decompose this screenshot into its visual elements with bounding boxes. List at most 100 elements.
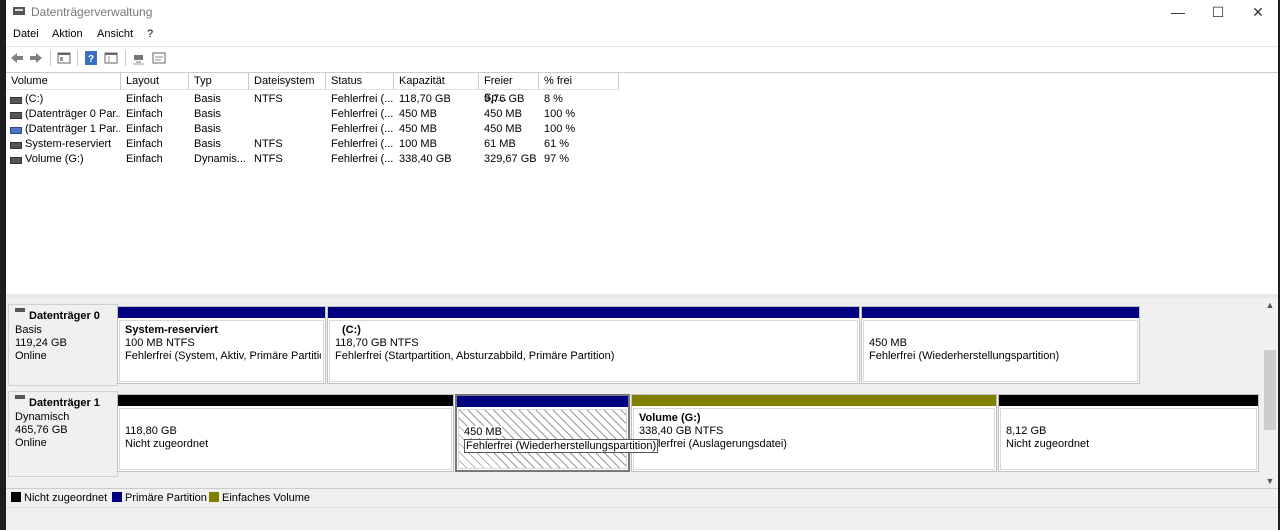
legend-primary: Primäre Partition [112, 492, 207, 504]
cell-prozent-frei: 61 % [544, 138, 570, 150]
partition-body: 8,12 GB Nicht zugeordnet [1000, 408, 1257, 470]
legend-unallocated: Nicht zugeordnet [11, 492, 107, 504]
menu-help[interactable]: ? [147, 28, 153, 40]
cell-dateisystem: NTFS [254, 138, 283, 150]
cell-layout: Einfach [126, 93, 163, 105]
disk-0-name: Datenträger 0 [29, 310, 100, 322]
partition-title: Volume (G:) [639, 412, 701, 424]
volume-icon [10, 97, 22, 104]
disk-graph-view: Datenträger 0 Basis 119,24 GB Online Sys… [6, 298, 1262, 488]
connect-icon[interactable] [131, 50, 147, 66]
cell-volume: (Datenträger 0 Par... [25, 108, 120, 120]
scroll-thumb[interactable] [1264, 350, 1276, 430]
cell-prozent-frei: 8 % [544, 93, 563, 105]
cell-freier-speicher: 9,76 GB [484, 93, 525, 105]
col-header-kapazitaet[interactable]: Kapazität [394, 73, 479, 90]
scroll-down-icon[interactable]: ▼ [1262, 474, 1278, 488]
col-header-volume[interactable]: Volume [6, 73, 121, 90]
partition-status: Fehlerfrei (Wiederherstellungspartition) [869, 350, 1060, 362]
toolbar-separator [125, 50, 126, 66]
menu-datei[interactable]: Datei [13, 28, 39, 40]
disk-0-label[interactable]: Datenträger 0 Basis 119,24 GB Online [8, 304, 118, 386]
cell-status: Fehlerfrei (... [331, 93, 393, 105]
cell-dateisystem [254, 122, 324, 137]
scroll-up-icon[interactable]: ▲ [1262, 298, 1278, 312]
minimize-button[interactable]: — [1158, 0, 1198, 24]
partition-unallocated-1[interactable]: 118,80 GB Nicht zugeordnet [117, 394, 454, 472]
partition-band [632, 395, 996, 406]
forward-icon[interactable] [28, 50, 44, 66]
cell-freier-speicher: 329,67 GB [484, 153, 537, 165]
svg-text:?: ? [88, 54, 94, 65]
col-header-dateisystem[interactable]: Dateisystem [249, 73, 326, 90]
cell-dateisystem: NTFS [254, 153, 283, 165]
partition-size: 338,40 GB NTFS [639, 425, 724, 437]
cell-volume: System-reserviert [25, 138, 112, 150]
partition-band [118, 395, 453, 406]
legend: Nicht zugeordnet Primäre Partition Einfa… [6, 488, 1278, 507]
partition-band [862, 307, 1139, 318]
partition-c[interactable]: (C:) 118,70 GB NTFS Fehlerfrei (Startpar… [327, 306, 860, 384]
app-window: Datenträgerverwaltung — ☐ ✕ Datei Aktion… [6, 0, 1278, 530]
cell-layout: Einfach [126, 138, 163, 150]
volume-icon [10, 157, 22, 164]
properties-icon[interactable] [56, 50, 72, 66]
partition-body: 450 MB Fehlerfrei (Wiederherstellungspar… [458, 409, 659, 469]
cell-kapazitaet: 100 MB [399, 138, 437, 150]
table-row[interactable]: System-reserviert Einfach Basis NTFS Feh… [6, 137, 626, 152]
graph-scrollbar[interactable]: ▲ ▼ [1262, 298, 1278, 488]
partition-status-tooltip: Fehlerfrei (Wiederherstellungspartition) [464, 439, 659, 453]
cell-kapazitaet: 118,70 GB [399, 93, 451, 105]
col-header-status[interactable]: Status [326, 73, 394, 90]
disk-icon [15, 308, 25, 312]
partition-unallocated-2[interactable]: 8,12 GB Nicht zugeordnet [998, 394, 1259, 472]
cell-dateisystem [254, 107, 324, 122]
settings-icon[interactable] [151, 50, 167, 66]
window-title: Datenträgerverwaltung [31, 5, 153, 19]
view-icon[interactable] [103, 50, 119, 66]
menu-ansicht[interactable]: Ansicht [97, 28, 133, 40]
partition-recovery-disk1[interactable]: 450 MB Fehlerfrei (Wiederherstellungspar… [455, 394, 659, 472]
cell-prozent-frei: 100 % [544, 123, 576, 135]
cell-dateisystem: NTFS [254, 93, 283, 105]
partition-recovery-disk0[interactable]: 450 MB Fehlerfrei (Wiederherstellungspar… [861, 306, 1140, 384]
cell-kapazitaet: 338,40 GB [399, 153, 452, 165]
cell-layout: Einfach [126, 153, 163, 165]
disk-icon [15, 395, 25, 399]
legend-swatch [11, 492, 21, 502]
partition-body: Volume (G:) 338,40 GB NTFS Fehlerfrei (A… [633, 408, 995, 470]
partition-size: 118,80 GB [125, 425, 177, 437]
cell-typ: Basis [194, 123, 221, 135]
maximize-button[interactable]: ☐ [1198, 0, 1238, 24]
partition-band [118, 307, 325, 318]
cell-kapazitaet: 450 MB [399, 108, 437, 120]
table-row[interactable]: (Datenträger 1 Par... Einfach Basis Fehl… [6, 122, 626, 137]
table-row[interactable]: (C:) Einfach Basis NTFS Fehlerfrei (... … [6, 92, 626, 107]
cell-status: Fehlerfrei (... [331, 123, 393, 135]
col-header-typ[interactable]: Typ [189, 73, 249, 90]
table-row[interactable]: (Datenträger 0 Par... Einfach Basis Fehl… [6, 107, 626, 122]
menu-aktion[interactable]: Aktion [52, 28, 83, 40]
col-header-layout[interactable]: Layout [121, 73, 189, 90]
partition-status: Nicht zugeordnet [1006, 438, 1090, 450]
col-header-prozent-frei[interactable]: % frei [539, 73, 619, 90]
table-row[interactable]: Volume (G:) Einfach Dynamis... NTFS Fehl… [6, 152, 626, 167]
volume-icon [10, 112, 22, 119]
partition-system-reserviert[interactable]: System-reserviert 100 MB NTFS Fehlerfrei… [117, 306, 326, 384]
legend-label: Nicht zugeordnet [24, 492, 108, 504]
close-button[interactable]: ✕ [1238, 0, 1278, 24]
cell-layout: Einfach [126, 108, 163, 120]
menu-bar: Datei Aktion Ansicht ? [6, 26, 1278, 44]
disk-1-name: Datenträger 1 [29, 397, 100, 409]
help-icon[interactable]: ? [83, 50, 99, 66]
back-icon[interactable] [9, 50, 25, 66]
cell-volume: (Datenträger 1 Par... [25, 123, 120, 135]
col-header-freier-speicher[interactable]: Freier Sp... [479, 73, 539, 104]
cell-status: Fehlerfrei (... [331, 108, 393, 120]
legend-label: Einfaches Volume [222, 492, 311, 504]
status-bar [6, 507, 1278, 530]
partition-volume-g[interactable]: Volume (G:) 338,40 GB NTFS Fehlerfrei (A… [631, 394, 997, 472]
legend-swatch [112, 492, 122, 502]
legend-label: Primäre Partition [125, 492, 207, 504]
disk-1-label[interactable]: Datenträger 1 Dynamisch 465,76 GB Online [8, 391, 118, 477]
